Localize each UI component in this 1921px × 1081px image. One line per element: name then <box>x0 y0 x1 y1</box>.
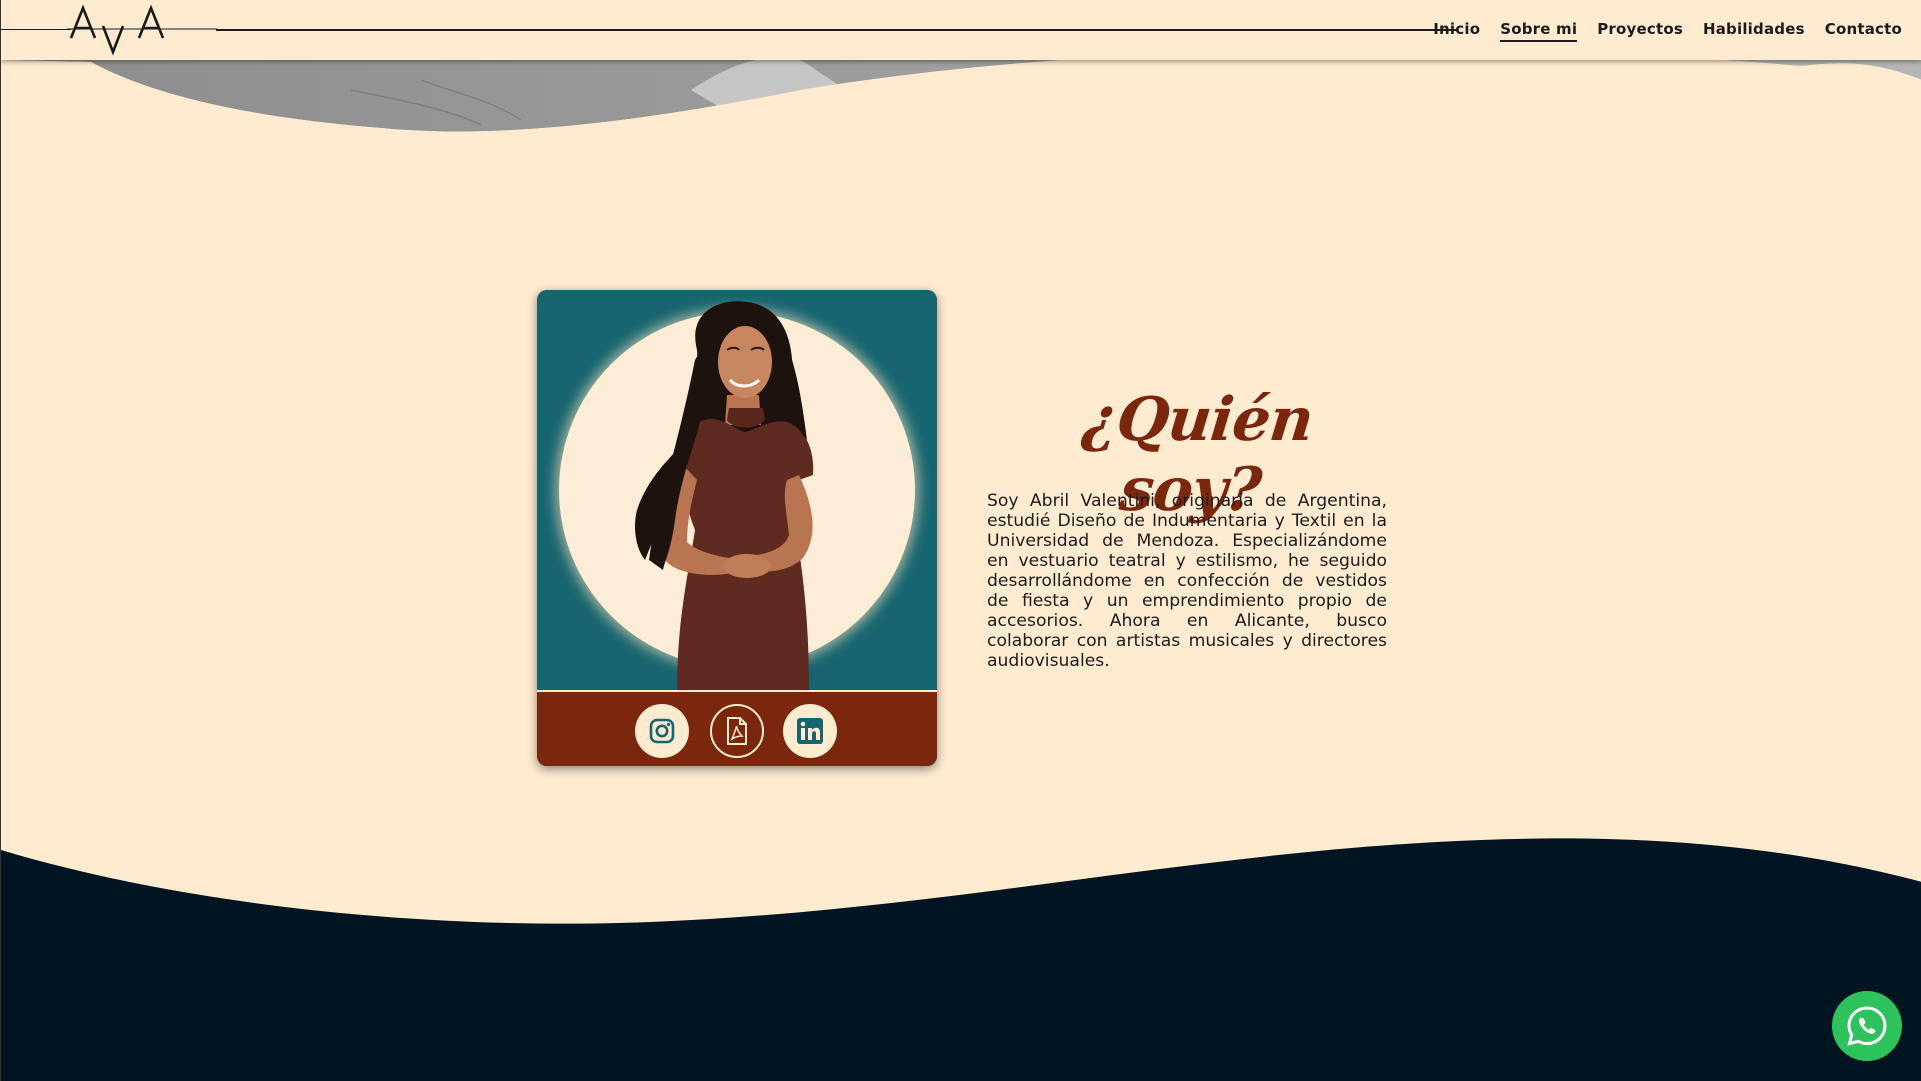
main-nav: Inicio Sobre mi Proyectos Habilidades Co… <box>1433 20 1902 42</box>
page: Inicio Sobre mi Proyectos Habilidades Co… <box>0 0 1921 1081</box>
nav-habilidades[interactable]: Habilidades <box>1703 20 1805 42</box>
profile-photo <box>537 290 937 690</box>
header-divider <box>216 29 1457 31</box>
nav-proyectos[interactable]: Proyectos <box>1597 20 1683 42</box>
whatsapp-button[interactable] <box>1832 991 1902 1061</box>
linkedin-icon <box>797 718 823 744</box>
linkedin-button[interactable] <box>783 704 837 758</box>
footer-wave <box>1 838 1921 1081</box>
about-description: Soy Abril Valentini, originaria de Argen… <box>987 491 1387 671</box>
header-divider-left <box>1 29 71 30</box>
profile-photo-illustration <box>555 301 919 690</box>
cv-download-button[interactable] <box>710 704 764 758</box>
whatsapp-icon <box>1847 1006 1887 1046</box>
site-header: Inicio Sobre mi Proyectos Habilidades Co… <box>1 0 1921 60</box>
nav-contacto[interactable]: Contacto <box>1825 20 1902 42</box>
pdf-cv-icon <box>727 717 747 745</box>
instagram-button[interactable] <box>635 704 689 758</box>
nav-sobre-mi[interactable]: Sobre mi <box>1500 20 1578 42</box>
nav-inicio[interactable]: Inicio <box>1433 20 1480 42</box>
instagram-icon <box>649 718 675 744</box>
social-links-bar <box>537 690 937 766</box>
profile-card <box>537 290 937 766</box>
ava-logo[interactable] <box>67 4 217 56</box>
